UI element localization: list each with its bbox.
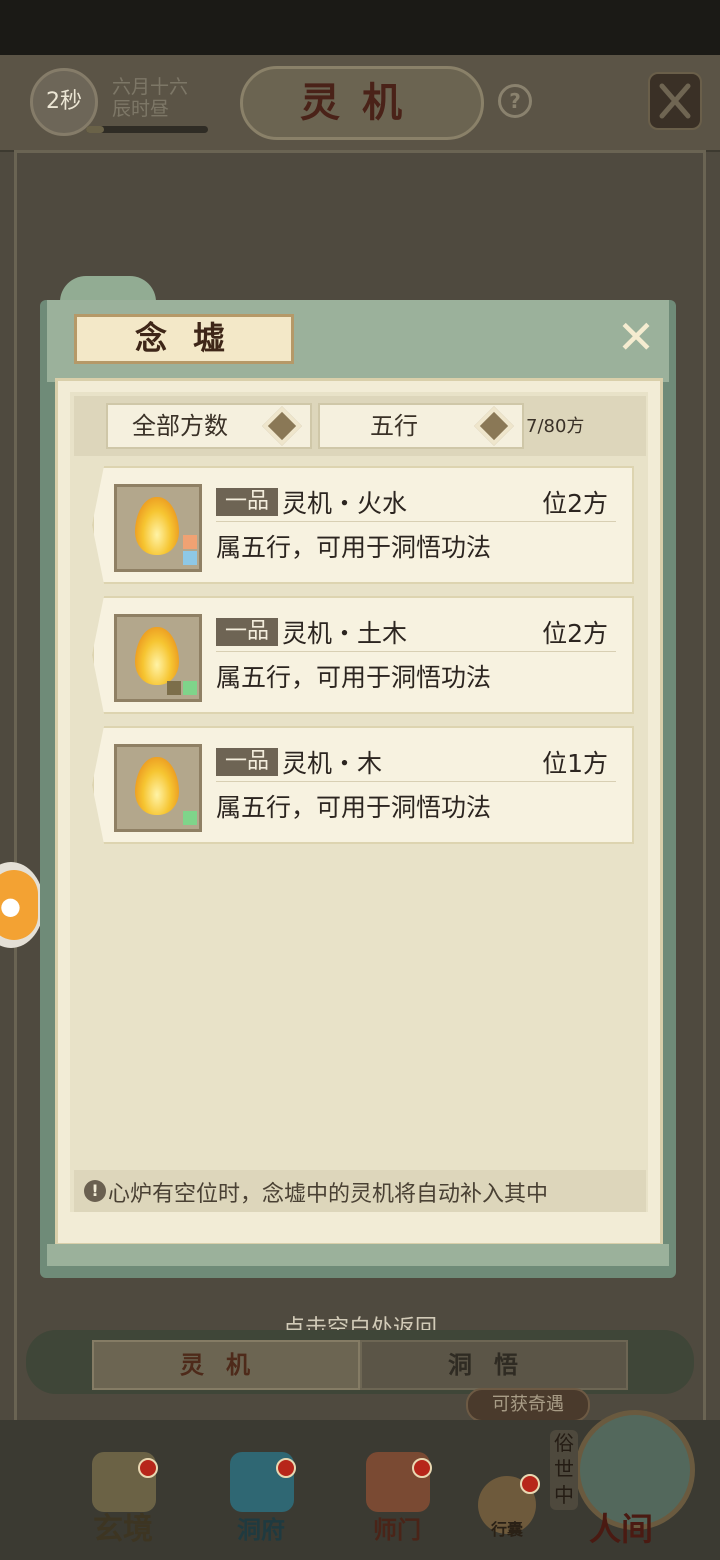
time-period-label: 辰时昼: [112, 98, 170, 120]
item-name: 灵机・火水: [282, 489, 408, 518]
tab-lingji-label: 灵机: [180, 1350, 272, 1379]
item-icon: [114, 614, 202, 702]
item-count: 位1方: [542, 749, 608, 778]
item-count: 位2方: [542, 619, 608, 648]
item-count: 位2方: [542, 489, 608, 518]
wood-element-icon: [183, 681, 197, 695]
item-description: 属五行，可用于洞悟功法: [216, 533, 492, 562]
mountain-decoration: [60, 276, 156, 302]
nav-renjian-label: 人间: [588, 1510, 653, 1548]
chevron-down-icon: [474, 406, 514, 446]
dialog-close-button[interactable]: ✕: [614, 314, 658, 360]
screen-title: 灵机: [300, 79, 424, 126]
time-progress-fill: [86, 126, 104, 133]
nav-xuanjing-badge: [138, 1458, 158, 1478]
side-tag: 俗世中: [550, 1430, 578, 1510]
wood-element-icon: [183, 811, 197, 825]
item-description: 属五行，可用于洞悟功法: [216, 793, 492, 822]
flame-icon: [135, 627, 179, 685]
item-icon: [114, 484, 202, 572]
item-divider: [216, 781, 616, 782]
item-divider: [216, 521, 616, 522]
nav-shimen-label: 师门: [373, 1515, 421, 1544]
screen-close-button[interactable]: [648, 72, 702, 130]
filter-all-label: 全部方数: [132, 412, 228, 440]
nav-xingnang-label: 行囊: [490, 1520, 523, 1539]
flame-icon: [135, 757, 179, 815]
item-name: 灵机・木: [282, 749, 383, 778]
grade-badge: 一品: [216, 618, 278, 646]
fire-element-icon: [183, 535, 197, 549]
info-icon: !: [84, 1180, 106, 1202]
grade-badge: 一品: [216, 748, 278, 776]
item-description: 属五行，可用于洞悟功法: [216, 663, 492, 692]
nav-shimen-badge: [412, 1458, 432, 1478]
item-name: 灵机・土木: [282, 619, 408, 648]
close-icon: ✕: [616, 310, 656, 364]
flame-icon: [135, 497, 179, 555]
help-button[interactable]: ?: [498, 84, 532, 118]
dialog-bottom-trim: [47, 1244, 669, 1266]
dialog-title: 念墟: [134, 319, 251, 357]
chevron-down-icon: [262, 406, 302, 446]
item-divider: [216, 651, 616, 652]
list-item[interactable]: 一品 灵机・火水 位2方 属五行，可用于洞悟功法: [92, 466, 634, 584]
notice-text: 心炉有空位时，念墟中的灵机将自动补入其中: [108, 1182, 549, 1207]
earth-element-icon: [167, 681, 181, 695]
nav-dongfu-label: 洞府: [237, 1515, 285, 1544]
gamepad-icon: ●: [0, 892, 21, 920]
tab-dongwu-label: 洞悟: [448, 1350, 540, 1379]
nav-xuanjing-label: 玄境: [93, 1512, 153, 1547]
list-item[interactable]: 一品 灵机・木 位1方 属五行，可用于洞悟功法: [92, 726, 634, 844]
grade-badge: 一品: [216, 488, 278, 516]
filter-all-dropdown[interactable]: 全部方数: [106, 403, 312, 449]
time-progress-track: [86, 126, 208, 133]
item-icon: [114, 744, 202, 832]
nav-dongfu-badge: [276, 1458, 296, 1478]
filter-wuxing-label: 五行: [370, 412, 418, 440]
capacity-count: 7/80方: [526, 416, 585, 437]
water-element-icon: [183, 551, 197, 565]
filter-wuxing-dropdown[interactable]: 五行: [318, 403, 524, 449]
close-icon: [659, 83, 691, 119]
list-item[interactable]: 一品 灵机・土木 位2方 属五行，可用于洞悟功法: [92, 596, 634, 714]
nav-xingnang-badge: [520, 1474, 540, 1494]
event-tag: 可获奇遇: [466, 1388, 590, 1422]
